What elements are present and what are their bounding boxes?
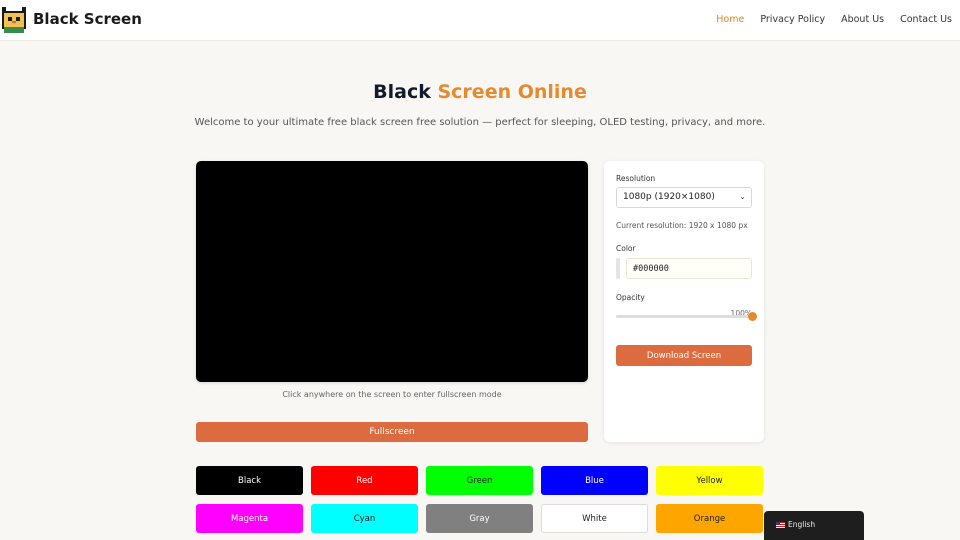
opacity-slider-fill <box>616 315 752 318</box>
nav-contact-us[interactable]: Contact Us <box>900 14 952 25</box>
opacity-slider-thumb[interactable] <box>748 312 757 321</box>
nav-privacy-policy[interactable]: Privacy Policy <box>760 14 825 25</box>
page-title: Black Screen Online <box>0 81 960 103</box>
opacity-label: Opacity <box>616 293 645 302</box>
opacity-slider[interactable] <box>616 312 757 321</box>
color-hex-input[interactable]: #000000 <box>626 258 752 279</box>
color-button-magenta[interactable]: Magenta <box>196 504 303 533</box>
main-nav: Home Privacy Policy About Us Contact Us <box>716 14 952 25</box>
resolution-label: Resolution <box>616 174 656 183</box>
brand-name[interactable]: Black Screen <box>33 10 142 28</box>
resolution-select[interactable]: 1080p (1920×1080) ⌄ <box>616 187 752 208</box>
site-header: Black Screen Home Privacy Policy About U… <box>0 0 960 41</box>
language-selector[interactable]: English <box>764 511 864 540</box>
color-button-blue[interactable]: Blue <box>541 466 648 495</box>
color-label: Color <box>616 244 636 253</box>
page-subtitle: Welcome to your ultimate free black scre… <box>194 117 766 128</box>
color-button-white[interactable]: White <box>541 504 648 533</box>
screen-preview[interactable] <box>196 161 588 382</box>
title-main: Black <box>373 81 431 103</box>
nav-home[interactable]: Home <box>716 14 744 25</box>
color-button-cyan[interactable]: Cyan <box>311 504 418 533</box>
fullscreen-button[interactable]: Fullscreen <box>196 422 588 442</box>
cat-logo-icon[interactable] <box>2 7 26 33</box>
color-button-yellow[interactable]: Yellow <box>656 466 763 495</box>
current-resolution: Current resolution: 1920 x 1080 px <box>616 221 748 230</box>
color-buttons-grid: Black Red Green Blue Yellow Magenta Cyan… <box>196 466 764 533</box>
color-button-red[interactable]: Red <box>311 466 418 495</box>
preview-hint: Click anywhere on the screen to enter fu… <box>282 390 502 399</box>
color-button-gray[interactable]: Gray <box>426 504 533 533</box>
language-label: English <box>788 520 816 529</box>
color-button-green[interactable]: Green <box>426 466 533 495</box>
resolution-value: 1080p (1920×1080) <box>623 192 715 202</box>
chevron-down-icon: ⌄ <box>739 192 746 201</box>
controls-panel: Resolution 1080p (1920×1080) ⌄ Current r… <box>604 161 764 442</box>
title-accent: Screen Online <box>437 81 587 103</box>
color-button-black[interactable]: Black <box>196 466 303 495</box>
color-picker[interactable] <box>616 258 620 279</box>
nav-about-us[interactable]: About Us <box>841 14 884 25</box>
download-screen-button[interactable]: Download Screen <box>616 345 752 366</box>
us-flag-icon <box>776 522 785 528</box>
color-button-orange[interactable]: Orange <box>656 504 763 533</box>
